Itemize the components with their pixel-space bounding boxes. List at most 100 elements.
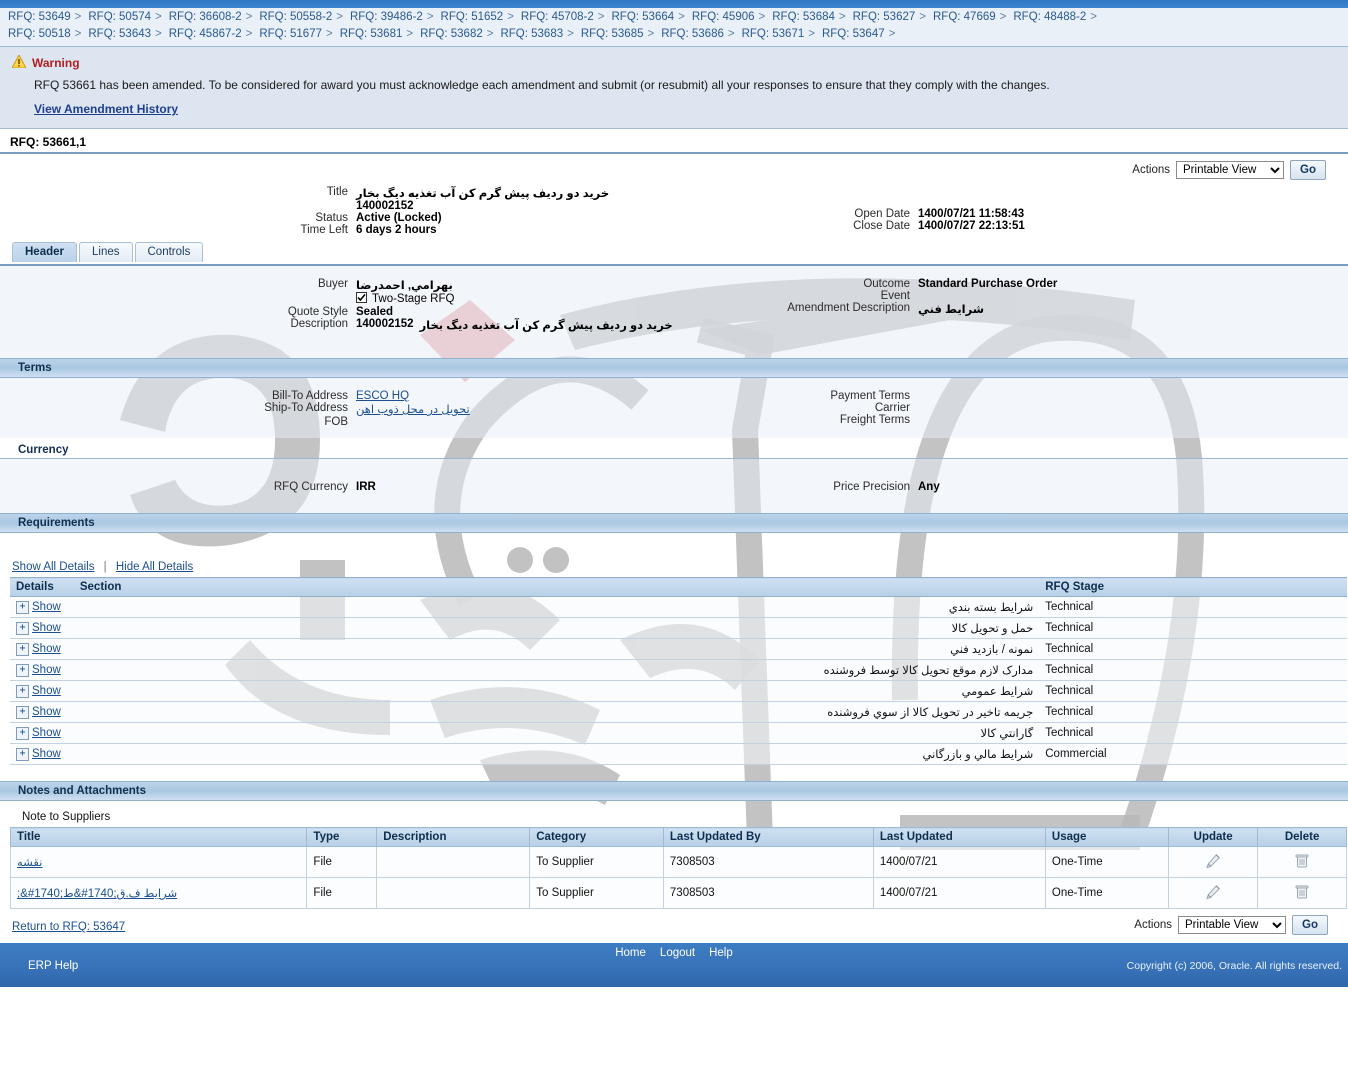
attachment-title-link[interactable]: نقشه: [17, 855, 42, 869]
footer-links: Home Logout Help: [0, 943, 1348, 959]
footer-link-logout[interactable]: Logout: [660, 947, 695, 959]
breadcrumb-link[interactable]: RFQ: 36608-2: [169, 11, 242, 23]
actions-select-top[interactable]: Printable View: [1176, 161, 1285, 179]
tab-controls[interactable]: Controls: [134, 242, 204, 262]
pencil-icon[interactable]: [1168, 877, 1259, 909]
expand-plus-icon[interactable]: +: [16, 600, 29, 614]
attachment-updated-by-cell: 7308503: [662, 846, 874, 878]
table-row: + Show مدارک لازم موقع تحویل کالا توسط فرو…: [10, 659, 1347, 681]
bill-to-address-link[interactable]: ESCO HQ: [356, 390, 409, 402]
close-date-value: 1400/07/27 22:13:51: [918, 220, 1025, 232]
price-precision-label: Price Precision: [833, 481, 910, 493]
table-row: + Show شرایط مالي و بازرگاني Commercial: [10, 743, 1347, 765]
breadcrumb-link[interactable]: RFQ: 45708-2: [521, 11, 594, 23]
breadcrumb-link[interactable]: RFQ: 53684: [772, 11, 835, 23]
carrier-row: Carrier: [740, 402, 1348, 414]
trash-icon[interactable]: [1257, 877, 1347, 909]
breadcrumb-link[interactable]: RFQ: 53627: [853, 11, 916, 23]
requirement-stage-cell: Technical: [1039, 617, 1347, 639]
attachment-description-cell: [376, 877, 531, 909]
breadcrumb-link[interactable]: RFQ: 50518: [8, 28, 71, 40]
title-label: Title: [326, 186, 348, 198]
attachment-updated-cell: 1400/07/21: [872, 877, 1046, 909]
trash-icon[interactable]: [1257, 846, 1347, 878]
breadcrumb-link[interactable]: RFQ: 53664: [612, 11, 675, 23]
breadcrumb-link[interactable]: RFQ: 53681: [340, 28, 403, 40]
show-details-link[interactable]: Show: [32, 685, 61, 697]
two-stage-rfq-checkbox[interactable]: [356, 292, 367, 306]
breadcrumb-link[interactable]: RFQ: 53686: [661, 28, 724, 40]
show-details-link[interactable]: Show: [32, 748, 61, 760]
expand-plus-icon[interactable]: +: [16, 726, 29, 740]
quote-style-label: Quote Style: [287, 306, 348, 318]
attachment-title-cell: شرایط ف.ق;1740#&ط;1740#&;: [9, 877, 308, 909]
time-left-label: Time Left: [300, 224, 348, 236]
open-date-row: Open Date 1400/07/21 11:58:43: [740, 208, 1348, 220]
breadcrumb-link[interactable]: RFQ: 53643: [88, 28, 151, 40]
breadcrumb-link[interactable]: RFQ: 53649: [8, 11, 71, 23]
breadcrumb-link[interactable]: RFQ: 51652: [441, 11, 504, 23]
show-details-link[interactable]: Show: [32, 643, 61, 655]
tab-header[interactable]: Header: [12, 242, 77, 262]
go-button-bottom[interactable]: Go: [1292, 915, 1328, 935]
description-value-number: 140002152: [356, 318, 414, 330]
breadcrumb-link[interactable]: RFQ: 53682: [420, 28, 483, 40]
show-details-link[interactable]: Show: [32, 664, 61, 676]
breadcrumb-link[interactable]: RFQ: 53647: [822, 28, 885, 40]
expand-plus-icon[interactable]: +: [16, 663, 29, 677]
title-value-ar: خرید دو ردیف پیش گرم کن آب تغذیه دیگ بخا…: [356, 188, 610, 200]
expand-plus-icon[interactable]: +: [16, 684, 29, 698]
amendment-description-row: Amendment Description شرایط فني: [740, 302, 1348, 316]
breadcrumb-link[interactable]: RFQ: 47669: [933, 11, 996, 23]
open-date-label: Open Date: [854, 208, 910, 220]
view-amendment-history-link[interactable]: View Amendment History: [34, 102, 178, 116]
pencil-icon[interactable]: [1168, 846, 1259, 878]
show-details-link[interactable]: Show: [32, 727, 61, 739]
show-all-details-link[interactable]: Show All Details: [12, 561, 94, 573]
breadcrumb-link[interactable]: RFQ: 53685: [581, 28, 644, 40]
event-label: Event: [880, 290, 910, 302]
actions-select-bottom[interactable]: Printable View: [1178, 916, 1287, 934]
expand-plus-icon[interactable]: +: [16, 642, 29, 656]
breadcrumb-separator: >: [808, 28, 815, 40]
requirements-header-row: Details Section RFQ Stage: [10, 577, 1347, 597]
table-row: + Show شرایط بسته بندي Technical: [10, 596, 1347, 618]
breadcrumb-link[interactable]: RFQ: 50574: [88, 11, 151, 23]
breadcrumb-link[interactable]: RFQ: 45906: [692, 11, 755, 23]
breadcrumb-link[interactable]: RFQ: 53683: [500, 28, 563, 40]
fob-row: FOB: [0, 416, 700, 428]
warning-message: RFQ 53661 has been amended. To be consid…: [34, 78, 1050, 92]
ship-to-address-link[interactable]: تحویل در محل ذوب اهن: [356, 404, 470, 416]
outcome-label: Outcome: [863, 278, 910, 290]
amendment-description-value: شرایط فني: [918, 304, 985, 316]
tab-lines[interactable]: Lines: [79, 242, 133, 262]
breadcrumb-link[interactable]: RFQ: 51677: [259, 28, 322, 40]
show-details-link[interactable]: Show: [32, 622, 61, 634]
breadcrumb-link[interactable]: RFQ: 45867-2: [169, 28, 242, 40]
go-button-top[interactable]: Go: [1290, 160, 1326, 180]
breadcrumb-separator: >: [999, 11, 1007, 23]
expand-plus-icon[interactable]: +: [16, 705, 29, 719]
attachment-title-link[interactable]: شرایط ف.ق;1740#&ط;1740#&;: [17, 886, 177, 900]
table-row: + Show نمونه / بازدید فني Technical: [10, 638, 1347, 660]
attachments-column-header: Usage: [1044, 827, 1170, 847]
expand-plus-icon[interactable]: +: [16, 621, 29, 635]
title-row: Title خرید دو ردیف پیش گرم کن آب تغذیه د…: [0, 186, 700, 212]
return-to-rfq-link[interactable]: Return to RFQ: 53647: [12, 921, 125, 933]
show-details-link[interactable]: Show: [32, 706, 61, 718]
footer-link-home[interactable]: Home: [615, 947, 646, 959]
breadcrumb-link[interactable]: RFQ: 50558-2: [259, 11, 332, 23]
hide-all-details-link[interactable]: Hide All Details: [116, 561, 193, 573]
breadcrumb-link[interactable]: RFQ: 48488-2: [1013, 11, 1086, 23]
show-details-link[interactable]: Show: [32, 601, 61, 613]
attachment-title-cell: نقشه: [9, 846, 308, 878]
requirement-section-cell: حمل و تحویل کالا: [73, 617, 1040, 639]
copyright-text: Copyright (c) 2006, Oracle. All rights r…: [1126, 960, 1342, 972]
ship-to-row: Ship-To Address تحویل در محل ذوب اهن: [0, 402, 700, 416]
breadcrumb-link[interactable]: RFQ: 39486-2: [350, 11, 423, 23]
breadcrumb-link[interactable]: RFQ: 53671: [742, 28, 805, 40]
footer-link-help[interactable]: Help: [709, 947, 733, 959]
expand-plus-icon[interactable]: +: [16, 747, 29, 761]
attachment-usage-cell: One-Time: [1044, 877, 1170, 909]
two-stage-row: Two-Stage RFQ: [0, 292, 700, 306]
